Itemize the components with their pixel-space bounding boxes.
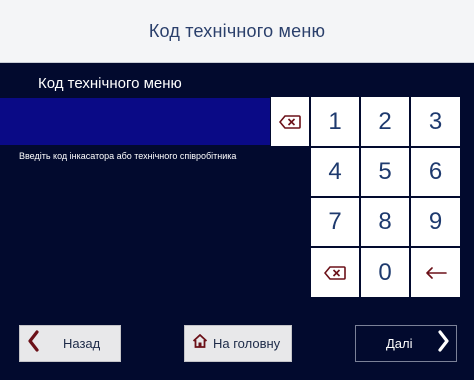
- key-7[interactable]: 7: [311, 198, 359, 246]
- home-label: На головну: [213, 336, 281, 351]
- chevron-right-icon: [437, 330, 450, 357]
- key-6[interactable]: 6: [411, 148, 460, 196]
- backspace-x-icon: [324, 265, 346, 280]
- code-input[interactable]: [0, 98, 270, 145]
- key-4[interactable]: 4: [311, 148, 359, 196]
- key-1[interactable]: 1: [311, 97, 359, 146]
- hint-text: Введіть код інкасатора або технічного сп…: [19, 151, 237, 161]
- home-button[interactable]: На головну: [184, 325, 292, 362]
- back-label: Назад: [63, 336, 101, 351]
- key-clear[interactable]: [311, 248, 359, 297]
- key-0[interactable]: 0: [361, 248, 409, 297]
- key-8[interactable]: 8: [361, 198, 409, 246]
- key-9[interactable]: 9: [411, 198, 460, 246]
- header-bar: Код технічного меню: [0, 0, 474, 63]
- page-title: Код технічного меню: [148, 20, 326, 41]
- key-backspace[interactable]: [411, 248, 460, 297]
- next-label: Далі: [386, 336, 413, 351]
- arrow-left-icon: [425, 266, 447, 279]
- key-3[interactable]: 3: [411, 97, 460, 146]
- clear-input-button[interactable]: [271, 97, 309, 146]
- backspace-x-icon: [279, 114, 301, 129]
- back-button[interactable]: Назад: [19, 325, 121, 362]
- next-button[interactable]: Далі: [355, 325, 457, 362]
- chevron-left-icon: [27, 330, 39, 357]
- key-5[interactable]: 5: [361, 148, 409, 196]
- key-2[interactable]: 2: [361, 97, 409, 146]
- section-title: Код технічного меню: [38, 75, 182, 92]
- home-icon: [192, 333, 208, 354]
